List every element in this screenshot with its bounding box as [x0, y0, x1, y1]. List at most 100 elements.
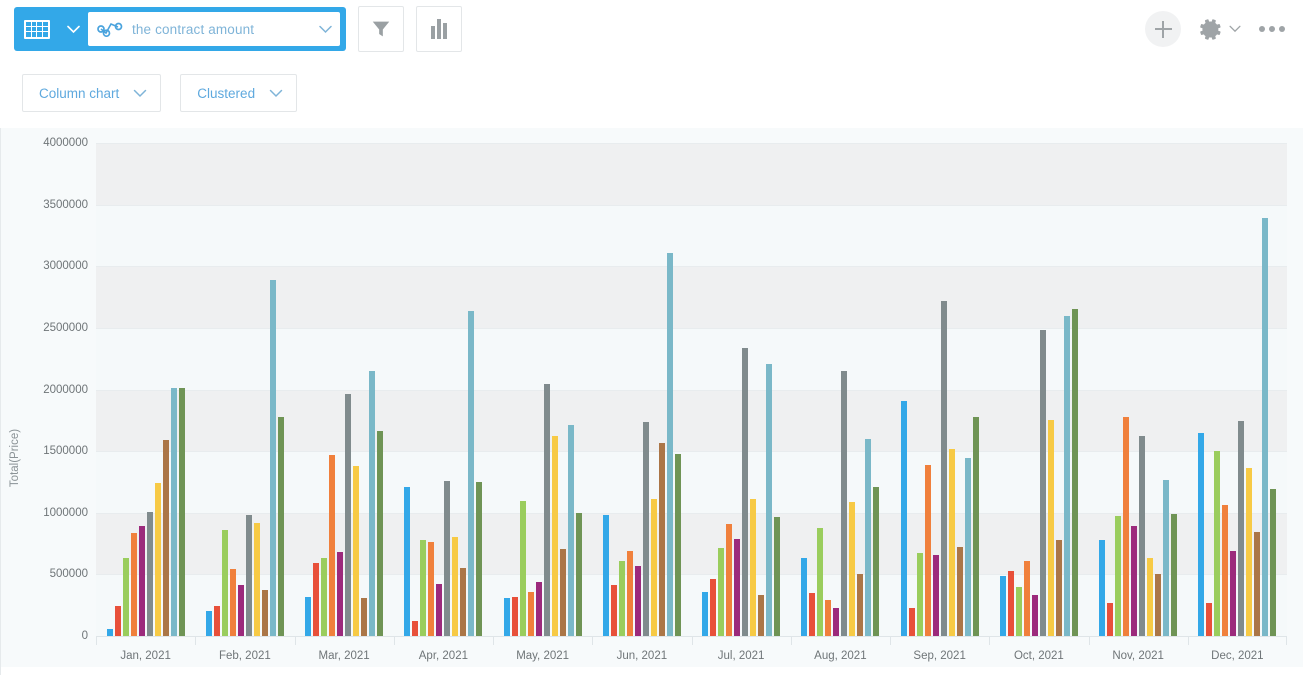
add-button[interactable] [1145, 11, 1181, 47]
bar[interactable] [528, 592, 534, 636]
bar[interactable] [973, 417, 979, 636]
bar[interactable] [627, 551, 633, 636]
bar[interactable] [965, 458, 971, 636]
bar[interactable] [1024, 561, 1030, 636]
bar[interactable] [1155, 574, 1161, 636]
bar[interactable] [206, 611, 212, 636]
datasource-selector[interactable]: the contract amount [14, 7, 346, 51]
bar[interactable] [321, 558, 327, 636]
bar[interactable] [428, 542, 434, 636]
bar[interactable] [758, 595, 764, 636]
bar[interactable] [230, 569, 236, 636]
bar[interactable] [917, 553, 923, 636]
bar[interactable] [329, 455, 335, 636]
bar[interactable] [115, 606, 121, 636]
bar[interactable] [512, 597, 518, 636]
bar[interactable] [849, 502, 855, 636]
bar[interactable] [377, 431, 383, 636]
bar[interactable] [659, 443, 665, 637]
bar[interactable] [254, 523, 260, 636]
bar[interactable] [1214, 451, 1220, 636]
bar[interactable] [1016, 587, 1022, 636]
bar[interactable] [817, 528, 823, 636]
bar[interactable] [460, 568, 466, 636]
bar[interactable] [353, 466, 359, 636]
bar[interactable] [361, 598, 367, 636]
bar[interactable] [702, 592, 708, 636]
bar[interactable] [734, 539, 740, 636]
bar[interactable] [742, 348, 748, 636]
table-grid-icon[interactable] [14, 7, 60, 51]
bar[interactable] [1032, 595, 1038, 636]
bar[interactable] [576, 513, 582, 636]
bar[interactable] [278, 417, 284, 636]
bar[interactable] [544, 384, 550, 636]
bar[interactable] [305, 597, 311, 636]
bar[interactable] [1107, 603, 1113, 636]
bar[interactable] [1099, 540, 1105, 636]
bar[interactable] [1246, 468, 1252, 636]
bar[interactable] [1238, 421, 1244, 636]
bar[interactable] [1040, 330, 1046, 636]
bar[interactable] [552, 436, 558, 636]
bar[interactable] [1000, 576, 1006, 636]
bar[interactable] [925, 465, 931, 636]
bar[interactable] [1123, 417, 1129, 636]
bar[interactable] [1115, 516, 1121, 636]
bar[interactable] [1056, 540, 1062, 636]
bar[interactable] [825, 600, 831, 636]
bar[interactable] [873, 487, 879, 636]
bar[interactable] [603, 515, 609, 636]
bar[interactable] [909, 608, 915, 636]
bar[interactable] [560, 549, 566, 636]
bar[interactable] [750, 499, 756, 636]
bar[interactable] [369, 371, 375, 636]
bar[interactable] [404, 487, 410, 636]
bar[interactable] [246, 515, 252, 636]
bar[interactable] [1222, 505, 1228, 636]
chart-settings-button[interactable] [416, 6, 462, 52]
bar[interactable] [1198, 433, 1204, 636]
bar[interactable] [651, 499, 657, 636]
bar[interactable] [345, 394, 351, 636]
bar[interactable] [1008, 571, 1014, 636]
bar[interactable] [107, 629, 113, 636]
bar[interactable] [536, 582, 542, 636]
bar[interactable] [1262, 218, 1268, 636]
settings-button[interactable] [1197, 16, 1241, 43]
bar[interactable] [163, 440, 169, 636]
bar[interactable] [147, 512, 153, 636]
bar[interactable] [667, 253, 673, 636]
bar[interactable] [710, 579, 716, 636]
bar[interactable] [238, 585, 244, 636]
bar[interactable] [1147, 558, 1153, 636]
bar[interactable] [313, 563, 319, 636]
bar[interactable] [1163, 480, 1169, 636]
bar[interactable] [901, 401, 907, 636]
bar[interactable] [468, 311, 474, 636]
bar[interactable] [941, 301, 947, 636]
bar[interactable] [520, 501, 526, 636]
bar[interactable] [155, 483, 161, 636]
measure-field[interactable]: the contract amount [88, 12, 340, 46]
bar[interactable] [857, 574, 863, 636]
bar[interactable] [635, 566, 641, 636]
bar[interactable] [1064, 316, 1070, 636]
bar[interactable] [1270, 489, 1276, 636]
bar[interactable] [933, 555, 939, 636]
bar[interactable] [1206, 603, 1212, 636]
bar[interactable] [222, 530, 228, 636]
bar[interactable] [1072, 309, 1078, 636]
bar[interactable] [1230, 551, 1236, 636]
chart-layout-select[interactable]: Clustered [180, 74, 297, 112]
bar[interactable] [568, 425, 574, 636]
bar[interactable] [801, 558, 807, 636]
bar[interactable] [436, 584, 442, 636]
bar[interactable] [270, 280, 276, 636]
chart-type-select[interactable]: Column chart [22, 74, 161, 112]
datasource-chevron-down-icon[interactable] [60, 7, 86, 51]
filter-button[interactable] [358, 6, 404, 52]
bar[interactable] [412, 621, 418, 636]
bar[interactable] [865, 439, 871, 636]
bar[interactable] [718, 548, 724, 636]
